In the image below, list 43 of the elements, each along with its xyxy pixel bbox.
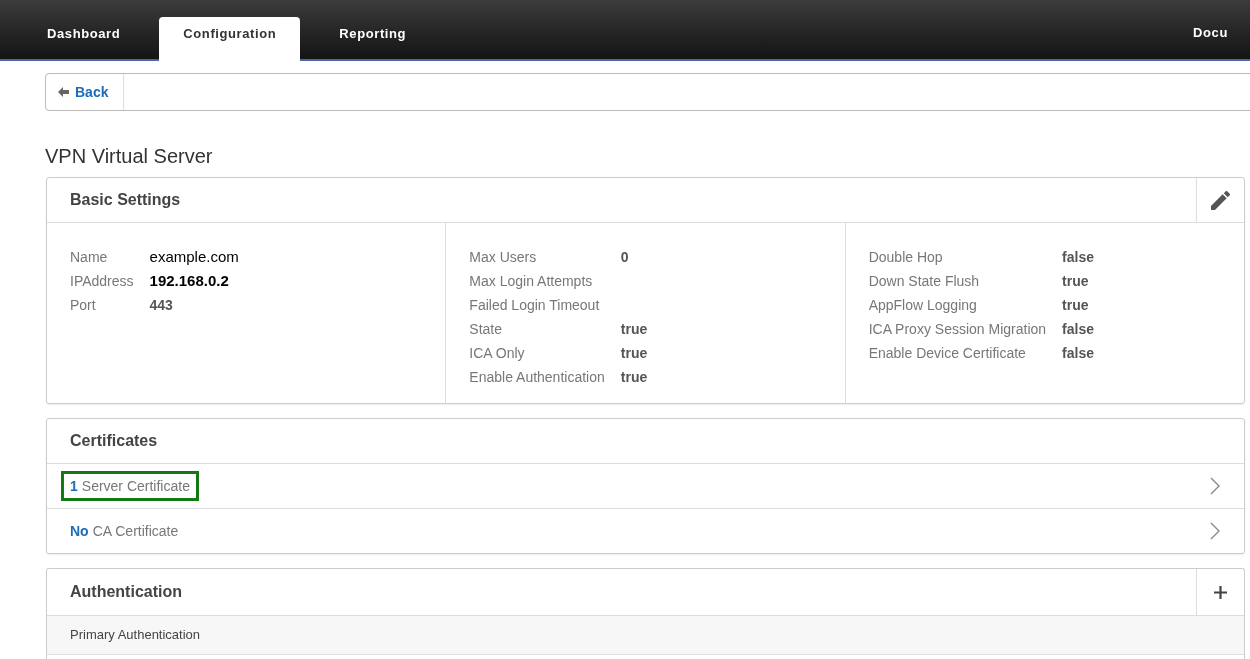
field-label: Port <box>70 296 96 315</box>
nav-tab[interactable]: Dashboard <box>23 17 145 61</box>
nav-tab[interactable]: Reporting <box>315 17 431 61</box>
field-label: AppFlow Logging <box>868 296 977 315</box>
field-value: false <box>1062 248 1094 267</box>
field-label: Down State Flush <box>868 272 980 291</box>
field-value: 443 <box>149 296 173 315</box>
section-title: Certificates <box>70 431 158 451</box>
certificate-link[interactable]: No CA Certificate <box>61 516 188 546</box>
field-label: ICA Only <box>469 344 525 363</box>
nav-tab[interactable]: Configuration <box>159 17 301 61</box>
field-label: Max Users <box>469 248 537 267</box>
field-label: Max Login Attempts <box>469 272 593 291</box>
field-value: true <box>1062 272 1089 291</box>
field-label: ICA Proxy Session Migration <box>868 320 1047 339</box>
field-value: false <box>1062 320 1094 339</box>
arrow-left-icon <box>58 87 69 97</box>
certificate-link[interactable]: 1 Server Certificate <box>61 471 199 501</box>
subsection-header[interactable]: Primary Authentication <box>47 615 1244 655</box>
field-value: true <box>620 320 648 339</box>
field-label: Double Hop <box>868 248 943 267</box>
section-title: Authentication <box>70 582 182 602</box>
section-title: Basic Settings <box>70 190 181 210</box>
field-label: State <box>469 320 503 339</box>
field-label: Enable Authentication <box>469 368 605 387</box>
chevron-right-icon <box>1210 477 1220 495</box>
field-value: false <box>1062 344 1094 363</box>
field-value: true <box>620 368 648 387</box>
field-label: Failed Login Timeout <box>469 296 600 315</box>
field-value: true <box>1062 296 1089 315</box>
nav-link[interactable]: Docu <box>1193 25 1250 41</box>
back-button[interactable]: Back <box>46 74 125 110</box>
chevron-right-icon <box>1210 522 1220 540</box>
field-value: true <box>620 344 648 363</box>
plus-icon <box>1214 585 1227 599</box>
field-value: 0 <box>620 248 629 267</box>
page-title: VPN Virtual Server <box>45 144 213 168</box>
field-label: Name <box>70 248 108 267</box>
field-value: example.com <box>149 247 239 267</box>
field-label: IPAddress <box>70 272 134 291</box>
field-value: 192.168.0.2 <box>149 271 229 291</box>
pencil-icon <box>1211 190 1230 210</box>
field-label: Enable Device Certificate <box>868 344 1026 363</box>
